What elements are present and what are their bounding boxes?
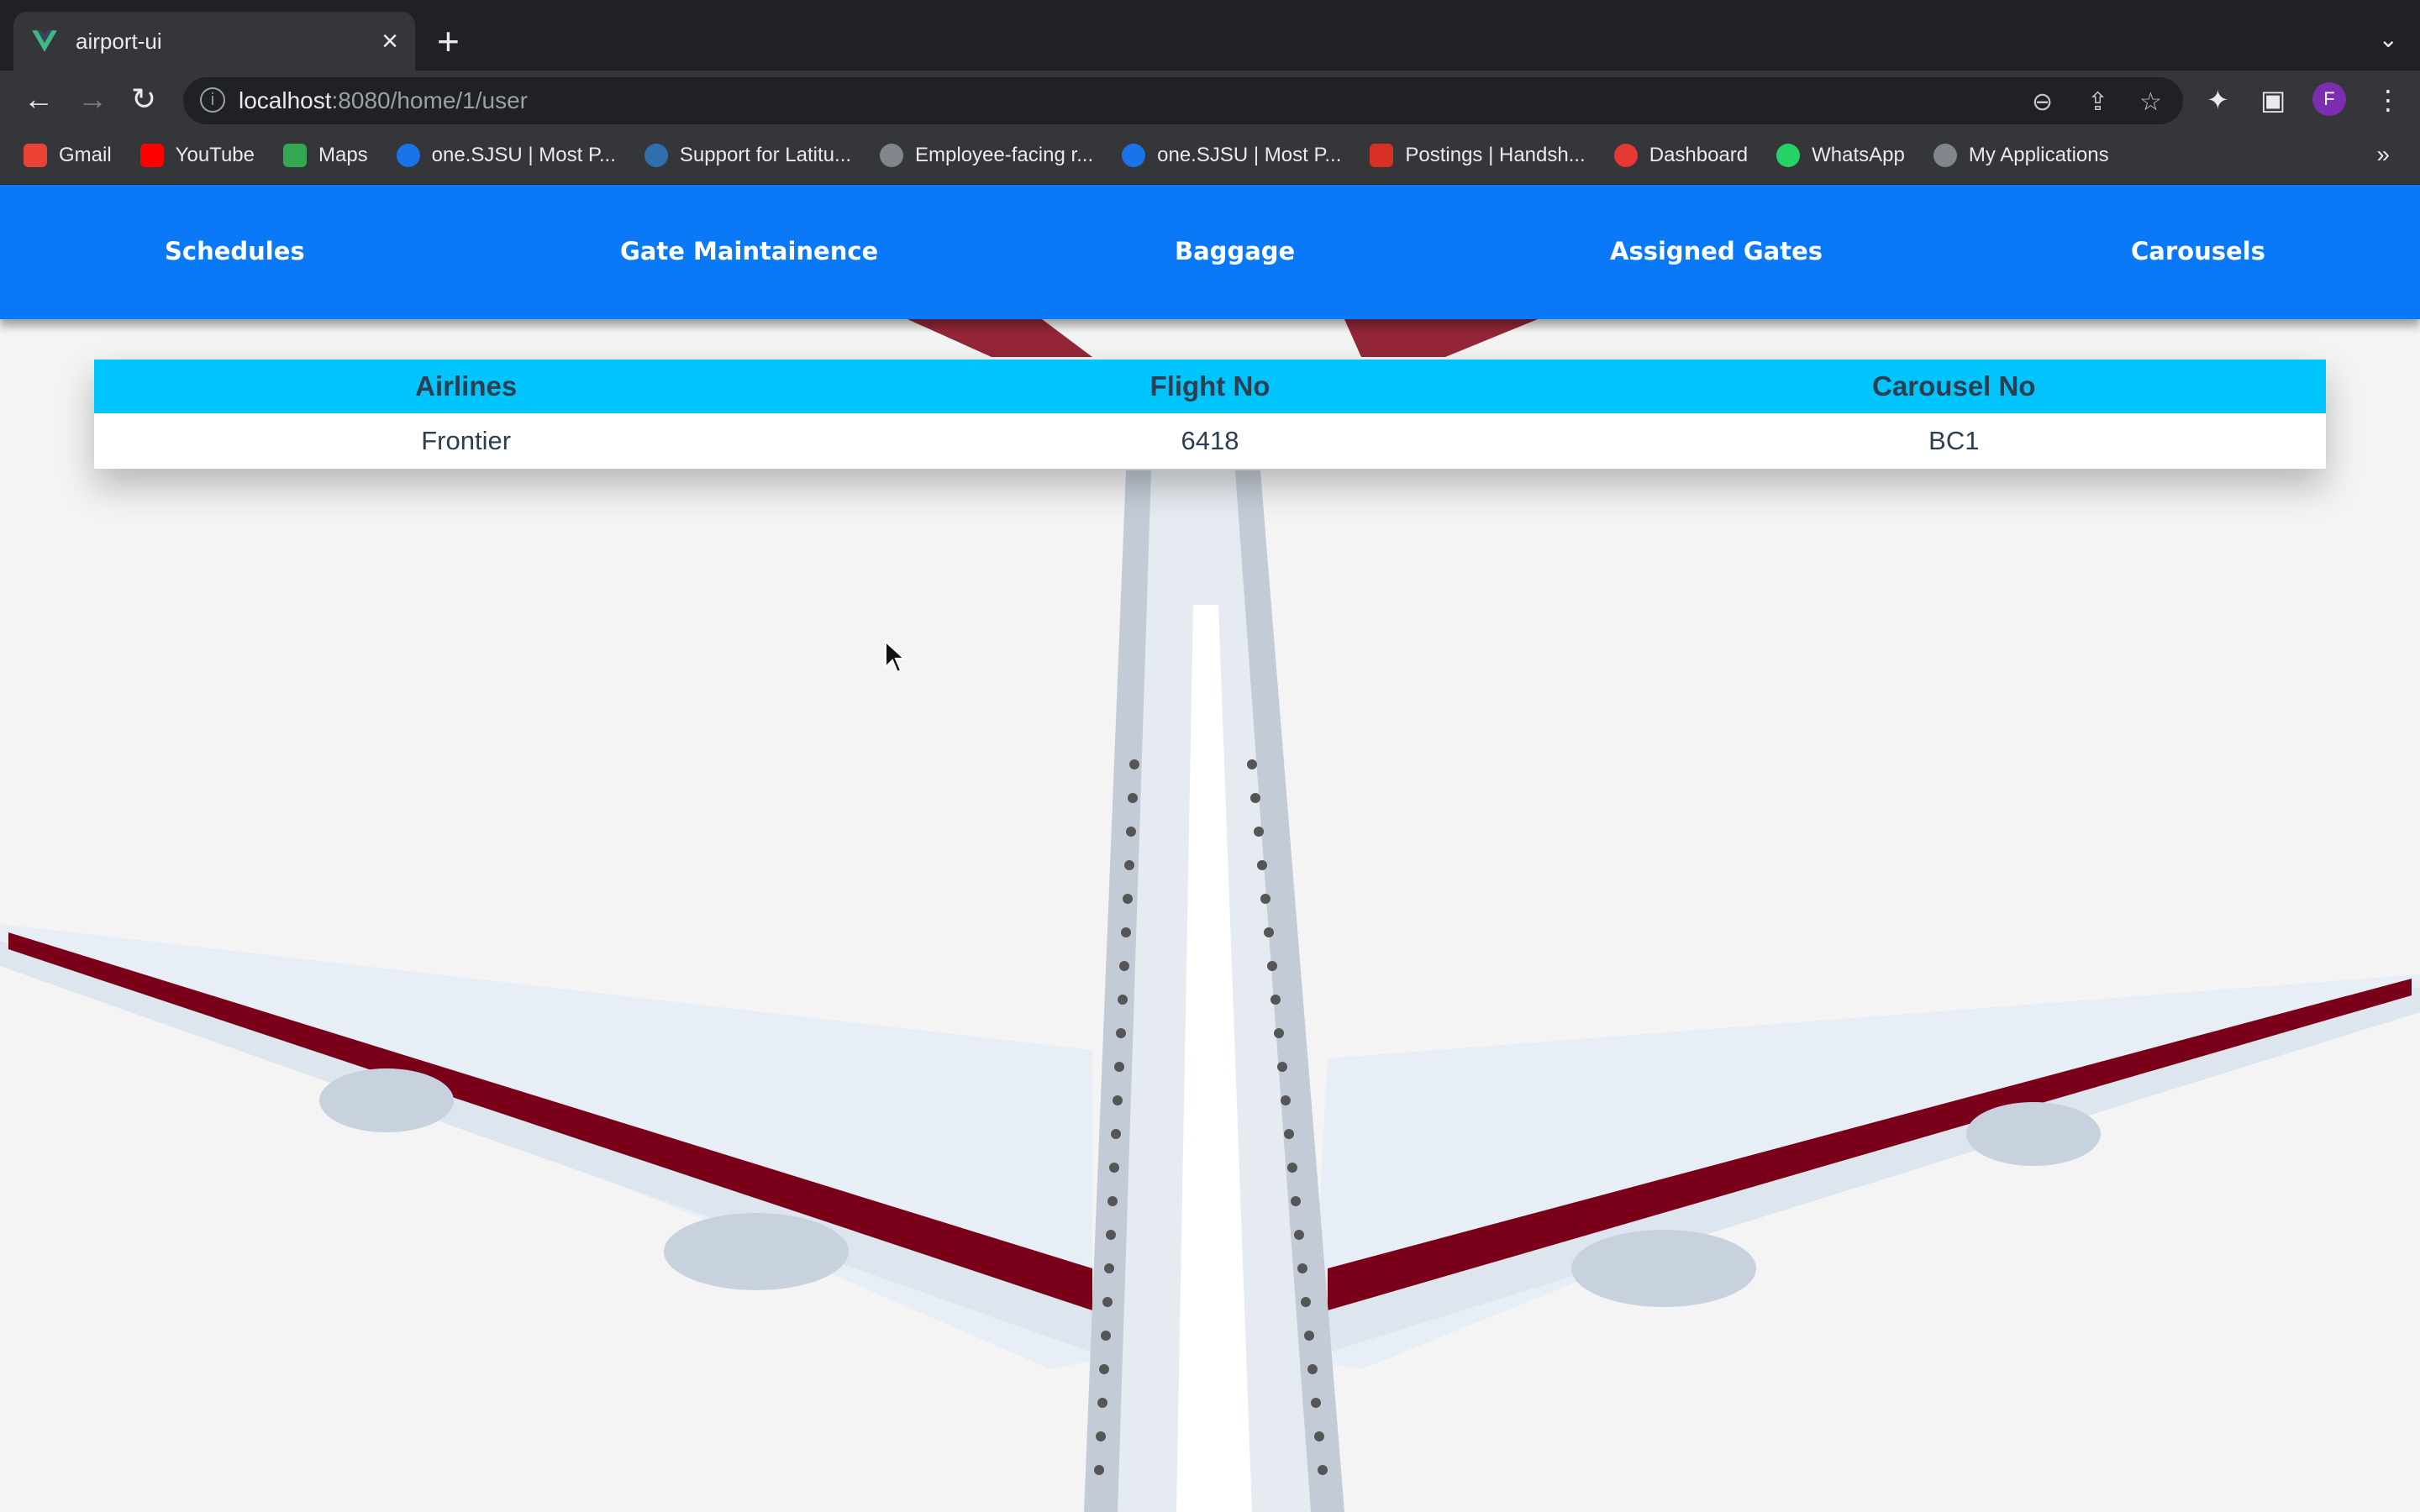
forward-icon[interactable]: → — [77, 84, 108, 114]
zoom-icon[interactable]: ⊖ — [2032, 87, 2053, 117]
tab-title: airport-ui — [76, 28, 162, 54]
nav-baggage[interactable]: Baggage — [1175, 237, 1295, 265]
address-bar[interactable]: i localhost:8080/home/1/user ⊖ ⇪ ☆ — [183, 77, 2183, 124]
bookmark-youtube[interactable]: YouTube — [139, 143, 255, 167]
site-info-icon[interactable]: i — [200, 87, 225, 113]
dell-icon — [644, 143, 668, 167]
bookmarks-bar: Gmail YouTube Maps one.SJSU | Most P... … — [0, 126, 2420, 185]
side-panel-icon[interactable]: ▣ — [2260, 84, 2286, 116]
bookmark-label: Dashboard — [1649, 143, 1749, 166]
bookmark-label: WhatsApp — [1812, 143, 1905, 166]
new-tab-icon[interactable]: + — [437, 22, 460, 60]
bookmark-label: My Applications — [1968, 143, 2109, 166]
whatsapp-icon — [1776, 143, 1801, 167]
back-icon[interactable]: ← — [24, 84, 54, 114]
url-path: :8080/home/1/user — [331, 87, 529, 113]
bookmark-onesjsu-2[interactable]: one.SJSU | Most P... — [1122, 143, 1342, 167]
tab-search-chevron-icon[interactable]: ⌄ — [2379, 25, 2398, 53]
bookmark-dashboard[interactable]: Dashboard — [1613, 143, 1749, 167]
browser-toolbar: ← → ↻ i localhost:8080/home/1/user ⊖ ⇪ ☆… — [0, 71, 2420, 126]
bookmark-label: one.SJSU | Most P... — [1157, 143, 1342, 166]
url-text[interactable]: localhost:8080/home/1/user — [239, 87, 528, 114]
onesjsu-icon — [1122, 143, 1146, 167]
bookmark-label: YouTube — [175, 143, 255, 166]
youtube-icon — [139, 143, 164, 167]
maps-icon — [282, 143, 307, 167]
bookmark-employee-facing[interactable]: Employee-facing r... — [880, 143, 1094, 167]
bookmark-gmail[interactable]: Gmail — [24, 143, 112, 167]
url-host: localhost — [239, 87, 332, 113]
more-bookmarks-icon[interactable]: » — [2376, 141, 2390, 168]
nav-assigned-gates[interactable]: Assigned Gates — [1610, 237, 1823, 265]
profile-avatar[interactable]: F — [2312, 82, 2346, 116]
table-header-row: Airlines Flight No Carousel No — [94, 360, 2326, 413]
bookmark-maps[interactable]: Maps — [282, 143, 368, 167]
bookmark-onesjsu-1[interactable]: one.SJSU | Most P... — [396, 143, 616, 167]
vue-logo-icon — [32, 30, 57, 52]
globe-icon — [880, 143, 904, 167]
bookmark-label: Support for Latitu... — [679, 143, 852, 166]
bookmark-label: Maps — [318, 143, 368, 166]
browser-tab-strip: airport-ui × + ⌄ — [0, 0, 2420, 71]
cell-carousel-no: BC1 — [1928, 426, 1980, 455]
share-icon[interactable]: ⇪ — [2087, 87, 2108, 117]
app-nav-bar: Schedules Gate Maintainence Baggage Assi… — [0, 185, 2420, 319]
nav-gate-maintainence[interactable]: Gate Maintainence — [620, 237, 878, 265]
bookmark-label: Employee-facing r... — [915, 143, 1094, 166]
close-tab-icon[interactable]: × — [381, 27, 398, 55]
carousel-table: Airlines Flight No Carousel No Frontier … — [94, 360, 2326, 469]
bookmark-my-applications[interactable]: My Applications — [1933, 143, 2109, 167]
cell-airline: Frontier — [421, 426, 512, 455]
bookmark-label: one.SJSU | Most P... — [431, 143, 616, 166]
bookmark-star-icon[interactable]: ☆ — [2139, 87, 2162, 117]
bookmark-support-latitude[interactable]: Support for Latitu... — [644, 143, 852, 167]
mouse-cursor-icon — [885, 640, 906, 674]
cell-flight-no: 6418 — [1181, 426, 1239, 455]
globe-icon — [1933, 143, 1957, 167]
bookmark-label: Postings | Handsh... — [1405, 143, 1586, 166]
table-row[interactable]: Frontier 6418 BC1 — [94, 413, 2326, 469]
reload-icon[interactable]: ↻ — [131, 84, 156, 114]
column-header-carousel-no[interactable]: Carousel No — [1582, 370, 2326, 402]
handshake-icon — [1370, 143, 1394, 167]
nav-schedules[interactable]: Schedules — [165, 237, 305, 265]
column-header-airlines[interactable]: Airlines — [94, 370, 838, 402]
bookmark-whatsapp[interactable]: WhatsApp — [1776, 143, 1905, 167]
gmail-icon — [24, 143, 47, 167]
bookmark-label: Gmail — [59, 143, 112, 166]
browser-menu-icon[interactable]: ⋮ — [2375, 84, 2402, 116]
dashboard-icon — [1613, 143, 1638, 167]
bookmark-handshake[interactable]: Postings | Handsh... — [1370, 143, 1586, 167]
onesjsu-icon — [396, 143, 420, 167]
nav-carousels[interactable]: Carousels — [2131, 237, 2265, 265]
browser-tab[interactable]: airport-ui × — [13, 12, 415, 71]
column-header-flight-no[interactable]: Flight No — [838, 370, 1581, 402]
extensions-icon[interactable]: ✦ — [2207, 84, 2229, 116]
